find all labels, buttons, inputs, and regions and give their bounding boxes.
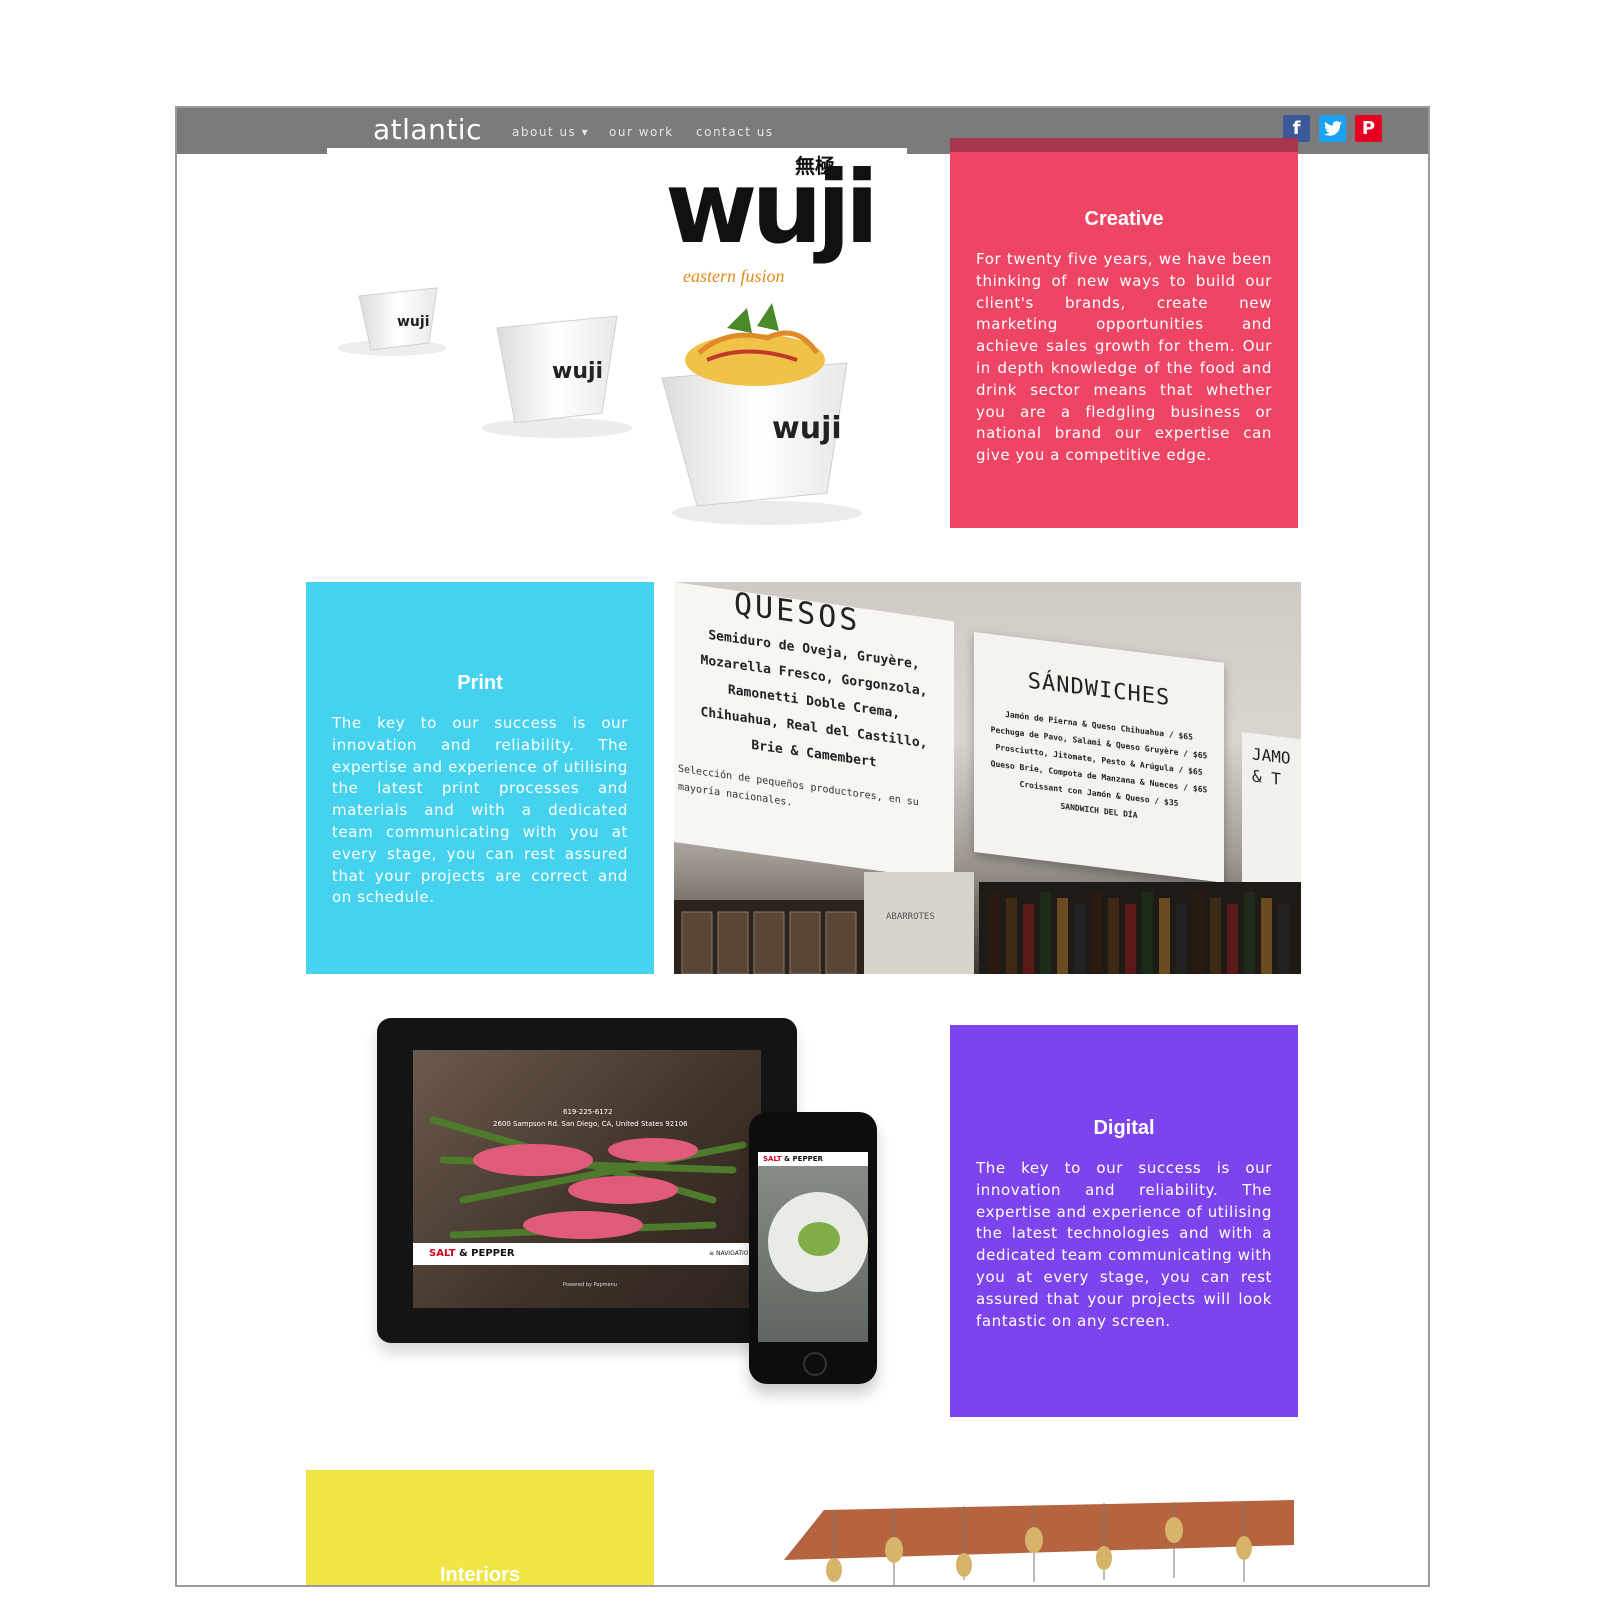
shelf-jars-bottles — [674, 882, 1301, 974]
print-body: The key to our success is our innovation… — [332, 714, 628, 907]
site-logo[interactable]: atlantic — [373, 113, 482, 146]
page-frame: atlantic about us ▾ our work contact us … — [175, 106, 1430, 1587]
bottle — [1142, 892, 1153, 974]
creative-title: Creative — [1084, 208, 1164, 230]
interiors-panel: Interiors — [306, 1470, 654, 1586]
creative-panel-shadow — [950, 138, 1298, 152]
svg-text:wuji: wuji — [772, 411, 842, 446]
wuji-product-photo: 無極 wuji eastern fusion wuji wuji wuji — [327, 148, 907, 618]
phone-device: SALT & PEPPER — [749, 1112, 877, 1384]
bottle — [1244, 892, 1255, 974]
brand-pepper: & PEPPER — [455, 1248, 515, 1259]
hanging-lamps-illustration — [784, 1500, 1294, 1585]
bottle — [1210, 898, 1221, 974]
bottle — [1159, 898, 1170, 974]
bottle — [1074, 904, 1085, 974]
bottle — [1227, 904, 1238, 974]
print-panel: Print The key to our success is our inno… — [306, 582, 654, 974]
brand-salt: SALT — [429, 1248, 456, 1259]
nav-about-us[interactable]: about us ▾ — [512, 125, 589, 139]
nav-contact-us[interactable]: contact us — [696, 125, 774, 139]
digital-title: Digital — [1093, 1117, 1155, 1139]
svg-text:wuji: wuji — [397, 314, 430, 330]
phone-brand-salt: SALT — [763, 1155, 782, 1163]
bottle — [1278, 904, 1289, 974]
digital-body: The key to our success is our innovation… — [976, 1159, 1272, 1330]
tablet-device: 619-225-6172 2600 Sampson Rd. San Diego,… — [377, 1018, 797, 1343]
bottle — [1176, 904, 1187, 974]
bottle — [989, 892, 1000, 974]
bottle — [1040, 892, 1051, 974]
twitter-icon[interactable] — [1319, 115, 1346, 142]
bottle — [1261, 898, 1272, 974]
interiors-title: Interiors — [439, 1564, 521, 1586]
phone-dish-greens — [798, 1222, 840, 1256]
asparagus-food-image — [429, 1116, 747, 1239]
tablet-address: 2600 Sampson Rd. San Diego, CA, United S… — [493, 1120, 688, 1128]
interiors-ceiling-photo — [674, 1470, 1301, 1585]
takeout-boxes-illustration: wuji wuji wuji — [337, 287, 862, 525]
tablet-phone: 619-225-6172 — [563, 1108, 613, 1116]
deli-menu-board-photo: QUESOS Semiduro de Oveja, Gruyère, Mozar… — [674, 582, 1301, 974]
devices-mockup-photo: 619-225-6172 2600 Sampson Rd. San Diego,… — [357, 1018, 897, 1418]
tablet-brand[interactable]: SALT & PEPPER — [429, 1248, 515, 1259]
bottle — [1108, 898, 1119, 974]
bottle — [1006, 898, 1017, 974]
tablet-powered-by: Powered by Popmenu — [563, 1282, 617, 1288]
phone-dish-plate — [768, 1192, 868, 1292]
creative-body: For twenty five years, we have been thin… — [976, 250, 1272, 465]
print-title: Print — [457, 672, 503, 694]
phone-brand[interactable]: SALT & PEPPER — [763, 1155, 823, 1163]
phone-site-header: SALT & PEPPER — [758, 1152, 868, 1166]
svg-text:wuji: wuji — [552, 359, 603, 384]
phone-home-button — [803, 1352, 827, 1376]
bottle — [1023, 904, 1034, 974]
nav-our-work[interactable]: our work — [609, 125, 674, 139]
bottle — [1057, 898, 1068, 974]
tablet-site-header: SALT & PEPPER ≡ NAVIGATION — [413, 1243, 761, 1265]
phone-brand-pepper: & PEPPER — [781, 1155, 823, 1163]
bottle — [1091, 892, 1102, 974]
tablet-screen: 619-225-6172 2600 Sampson Rd. San Diego,… — [413, 1050, 761, 1308]
tablet-navigation[interactable]: ≡ NAVIGATION — [709, 1250, 753, 1257]
twitter-bird-glyph — [1323, 121, 1342, 136]
creative-panel: Creative For twenty five years, we have … — [950, 138, 1298, 528]
pinterest-icon[interactable]: P — [1355, 115, 1382, 142]
digital-panel: Digital The key to our success is our in… — [950, 1025, 1298, 1417]
phone-screen: SALT & PEPPER — [758, 1152, 868, 1342]
bottle — [1125, 904, 1136, 974]
bottle — [1193, 892, 1204, 974]
